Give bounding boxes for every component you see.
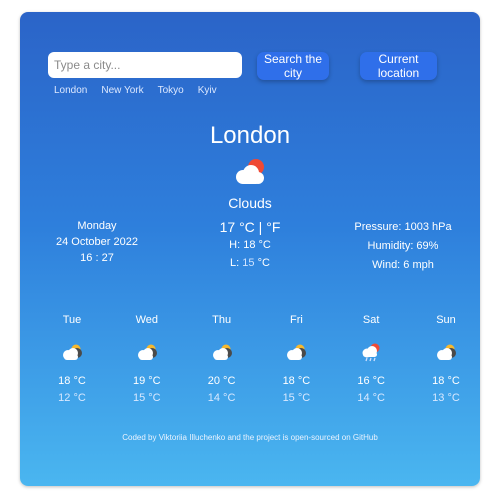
high-unit: °C — [255, 239, 271, 251]
forecast-day-name: Fri — [289, 314, 303, 326]
weekday: Monday — [77, 220, 117, 232]
quick-city-kyiv[interactable]: Kyiv — [198, 85, 217, 96]
forecast-min-temp: 14 °C — [357, 392, 385, 404]
low-value: 15 — [242, 257, 255, 269]
fahrenheit-unit-link[interactable]: °F — [266, 219, 280, 235]
forecast-day: Wed 19 °C 15 °C — [117, 314, 177, 406]
city-name: London — [209, 122, 291, 149]
forecast-day-name: Wed — [135, 314, 158, 326]
quick-city-london[interactable]: London — [54, 85, 87, 96]
forecast-day: Thu 20 °C 14 °C — [192, 314, 252, 406]
forecast-day: Tue 18 °C 12 °C — [42, 314, 102, 406]
dark-clouds-sun-icon — [287, 344, 307, 360]
forecast-max-temp: 20 °C — [207, 375, 236, 387]
pressure: Pressure: 1003 hPa — [354, 221, 452, 233]
date: 24 October 2022 — [56, 236, 138, 248]
footer-credits: Coded by Viktoriia Illuchenko and the pr… — [122, 433, 378, 442]
forecast-min-temp: 14 °C — [207, 392, 236, 404]
celsius-unit-link[interactable]: °C — [239, 219, 255, 235]
current-temperature: 17 °C | °F — [200, 218, 300, 236]
forecast-day-name: Sat — [362, 314, 380, 326]
cloud-sun-icon — [236, 159, 264, 184]
forecast-max-temp: 18 °C — [432, 375, 460, 387]
dark-clouds-sun-icon — [436, 344, 456, 360]
forecast-day-name: Tue — [62, 314, 82, 326]
forecast-min-temp: 12 °C — [58, 392, 86, 404]
forecast-max-temp: 19 °C — [132, 375, 161, 387]
weather-description: Clouds — [228, 195, 272, 211]
rain-sun-icon — [362, 343, 380, 362]
forecast-min-temp: 15 °C — [282, 392, 311, 404]
temperature-value: 17 — [219, 219, 236, 235]
forecast-min-temp: 15 °C — [132, 392, 161, 404]
quick-city-tokyo[interactable]: Tokyo — [158, 85, 184, 96]
quick-city-links: London New York Tokyo Kyiv — [54, 85, 217, 96]
time: 16 : 27 — [80, 252, 114, 264]
forecast-max-temp: 18 °C — [58, 375, 86, 387]
forecast-day: Sat 16 °C 14 °C — [341, 314, 401, 406]
forecast-max-temp: 16 °C — [357, 375, 385, 387]
humidity: Humidity: 69% — [367, 240, 439, 252]
dark-clouds-sun-icon — [212, 344, 232, 360]
forecast-day: Sun 18 °C 13 °C — [416, 314, 476, 406]
forecast-day: Fri 18 °C 15 °C — [266, 314, 326, 406]
current-location-button[interactable]: Current location — [360, 52, 437, 80]
weather-app-card: Search the city Current location London … — [20, 12, 480, 486]
forecast-day-name: Sun — [436, 314, 456, 326]
forecast-max-temp: 18 °C — [282, 375, 311, 387]
forecast-day-name: Thu — [212, 314, 232, 326]
high-label: H: — [229, 239, 244, 251]
dark-clouds-sun-icon — [137, 344, 157, 360]
forecast-min-temp: 13 °C — [432, 392, 460, 404]
high-value: 18 — [243, 239, 256, 251]
temperature-block: 17 °C | °F H: 18 °C L: 15 °C — [200, 218, 300, 272]
city-search-input[interactable] — [48, 52, 242, 78]
forecast-row: Tue 18 °C 12 °C Wed 19 °C 15 °C Thu 20 °… — [42, 314, 476, 406]
date-time-block: Monday 24 October 2022 16 : 27 — [52, 218, 142, 266]
conditions-block: Pressure: 1003 hPa Humidity: 69% Wind: 6… — [338, 218, 468, 275]
search-city-button[interactable]: Search the city — [257, 52, 329, 80]
wind: Wind: 6 mph — [372, 259, 434, 271]
quick-city-new-york[interactable]: New York — [101, 85, 143, 96]
low-temperature: L: 15 °C — [200, 254, 300, 272]
high-temperature: H: 18 °C — [200, 236, 300, 254]
low-unit: °C — [254, 257, 270, 269]
low-label: L: — [230, 257, 243, 269]
dark-clouds-sun-icon — [63, 344, 82, 360]
unit-separator: | — [254, 219, 267, 235]
